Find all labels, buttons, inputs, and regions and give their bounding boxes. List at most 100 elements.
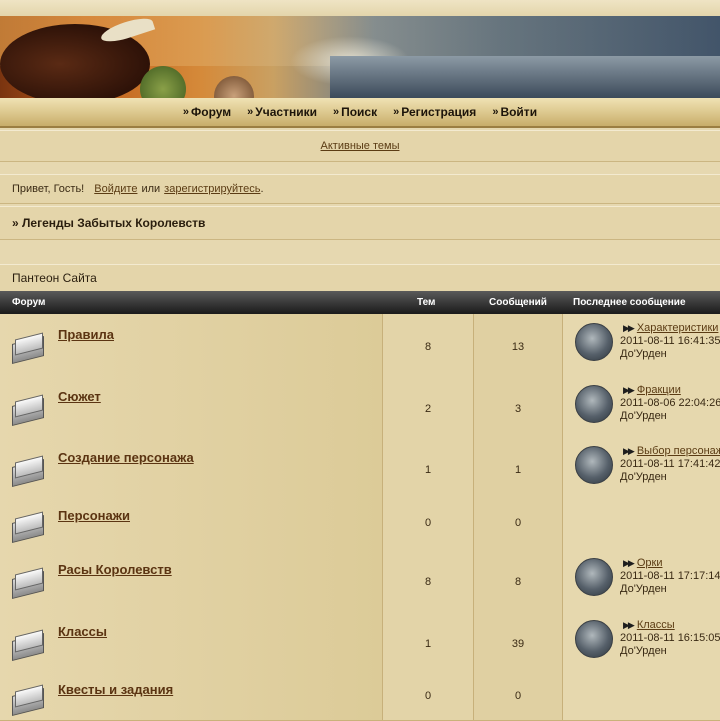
topics-count: 8: [424, 576, 432, 588]
last-post-date: 2011-08-06 22:04:26: [620, 397, 720, 409]
nav-register[interactable]: » Регистрация: [393, 105, 476, 119]
last-post-title-wrap: ▶▶ Характеристики: [623, 322, 718, 334]
breadcrumb: » Легенды Забытых Королевств: [0, 206, 720, 240]
avatar[interactable]: [575, 446, 613, 484]
banner-orc-figure: [140, 66, 186, 98]
greeting-text: Привет, Гость!: [12, 183, 85, 195]
avatar[interactable]: [575, 558, 613, 596]
last-post-link[interactable]: Классы: [637, 619, 675, 631]
header-banner: [0, 16, 720, 98]
forum-link[interactable]: Создание персонажа: [58, 450, 194, 465]
last-post-link[interactable]: Орки: [637, 557, 663, 569]
go-to-post-icon[interactable]: ▶▶: [623, 323, 635, 334]
nav-forum-label: Форум: [191, 105, 232, 119]
envelope-icon: [12, 455, 46, 487]
forum-cell: Правила: [0, 314, 383, 376]
last-post-cell: ▶▶ Характеристики 2011-08-11 16:41:35 До'Ур…: [563, 314, 720, 376]
avatar[interactable]: [575, 620, 613, 658]
active-topics-link[interactable]: Активные темы: [321, 140, 400, 152]
last-post-cell: [563, 673, 720, 720]
last-post-link[interactable]: Выбор персонажа: [637, 445, 720, 457]
last-post-cell: ▶▶ Орки 2011-08-11 17:17:14 До'Урден: [563, 549, 720, 611]
header-forum: Форум: [12, 297, 46, 308]
topics-count: 2: [424, 403, 432, 415]
active-topics-bar: Активные темы: [0, 130, 720, 162]
double-chevron-icon: »: [492, 106, 498, 118]
forum-link[interactable]: Правила: [58, 327, 114, 342]
category-title-bar: Пантеон Сайта: [0, 264, 720, 292]
last-post-user: До'Урден: [620, 348, 667, 360]
forum-row: Персонажи 0 0: [0, 499, 720, 550]
topics-cell: 8: [383, 549, 474, 611]
double-chevron-icon: »: [247, 106, 253, 118]
last-post-link[interactable]: Фракции: [637, 384, 681, 396]
register-link[interactable]: зарегистрируйтесь: [164, 183, 260, 195]
topics-cell: 2: [383, 376, 474, 437]
last-post-link[interactable]: Характеристики: [637, 322, 719, 334]
last-post-date: 2011-08-11 17:17:14: [620, 570, 720, 582]
last-post-cell: [563, 499, 720, 549]
topics-cell: 1: [383, 611, 474, 673]
forum-cell: Расы Королевств: [0, 549, 383, 611]
envelope-icon: [12, 394, 46, 426]
last-post-user: До'Урден: [620, 583, 667, 595]
login-link[interactable]: Войдите: [94, 183, 137, 195]
topics-count: 0: [424, 517, 432, 529]
forum-cell: Создание персонажа: [0, 437, 383, 499]
posts-count: 39: [511, 638, 525, 650]
last-post-date: 2011-08-11 16:15:05: [620, 632, 720, 644]
forum-link[interactable]: Расы Королевств: [58, 562, 172, 577]
avatar[interactable]: [575, 323, 613, 361]
nav-search[interactable]: » Поиск: [333, 105, 377, 119]
forum-link[interactable]: Квесты и задания: [58, 682, 173, 697]
posts-cell: 3: [474, 376, 563, 437]
posts-count: 3: [514, 403, 522, 415]
banner-mountains: [330, 56, 720, 98]
header-last-post: Последнее сообщение: [573, 297, 686, 308]
go-to-post-icon[interactable]: ▶▶: [623, 446, 635, 457]
go-to-post-icon[interactable]: ▶▶: [623, 385, 635, 396]
forum-cell: Классы: [0, 611, 383, 673]
forum-row: Квесты и задания 0 0: [0, 673, 720, 721]
posts-count: 0: [514, 690, 522, 702]
forum-row: Создание персонажа 1 1 ▶▶Выбор персонажа201…: [0, 437, 720, 500]
last-post-title-wrap: ▶▶ Фракции: [623, 384, 681, 396]
posts-count: 1: [514, 464, 522, 476]
last-post-user: До'Урден: [620, 410, 667, 422]
topics-cell: 0: [383, 673, 474, 720]
forum-row: Классы 1 39 ▶▶ Классы 2011-08-11 16:15:05 До'У…: [0, 611, 720, 674]
nav-forum[interactable]: » Форум: [183, 105, 231, 119]
forum-cell: Квесты и задания: [0, 673, 383, 720]
forum-row: Сюжет 2 3 ▶▶ Фракции 2011-08-06 22:04:26 До'Ур…: [0, 376, 720, 438]
posts-cell: 0: [474, 673, 563, 720]
nav-login-label: Войти: [500, 105, 538, 119]
nav-members[interactable]: » Участники: [247, 105, 317, 119]
topics-cell: 0: [383, 499, 474, 549]
last-post-date: 2011-08-11 16:41:35: [620, 335, 720, 347]
last-post-title-wrap: ▶▶ Орки: [623, 557, 662, 569]
envelope-icon: [12, 567, 46, 599]
double-chevron-icon: »: [182, 106, 189, 118]
posts-cell: 0: [474, 499, 563, 549]
posts-cell: 39: [474, 611, 563, 673]
go-to-post-icon[interactable]: ▶▶: [623, 620, 635, 631]
posts-cell: 1: [474, 437, 563, 499]
topics-cell: 1: [383, 437, 474, 499]
nav-login[interactable]: » Войти: [492, 105, 537, 119]
forum-link[interactable]: Классы: [58, 624, 107, 639]
posts-count: 0: [514, 517, 522, 529]
go-to-post-icon[interactable]: ▶▶: [623, 558, 635, 569]
forum-link[interactable]: Сюжет: [58, 389, 101, 404]
last-post-title-wrap: ▶▶Выбор персонажа: [623, 445, 720, 457]
header-topics: Тем: [417, 297, 436, 308]
forum-table-header: Форум Тем Сообщений Последнее сообщение: [0, 291, 720, 314]
last-post-cell: ▶▶ Классы 2011-08-11 16:15:05 До'Урден: [563, 611, 720, 673]
top-strip: [0, 0, 720, 16]
topics-count: 0: [424, 690, 432, 702]
envelope-icon: [12, 332, 46, 364]
avatar[interactable]: [575, 385, 613, 423]
greeting-bar: Привет, Гость! Войдите или зарегистрируй…: [0, 174, 720, 204]
forum-link[interactable]: Персонажи: [58, 508, 130, 523]
forum-cell: Сюжет: [0, 376, 383, 437]
posts-cell: 13: [474, 314, 563, 376]
